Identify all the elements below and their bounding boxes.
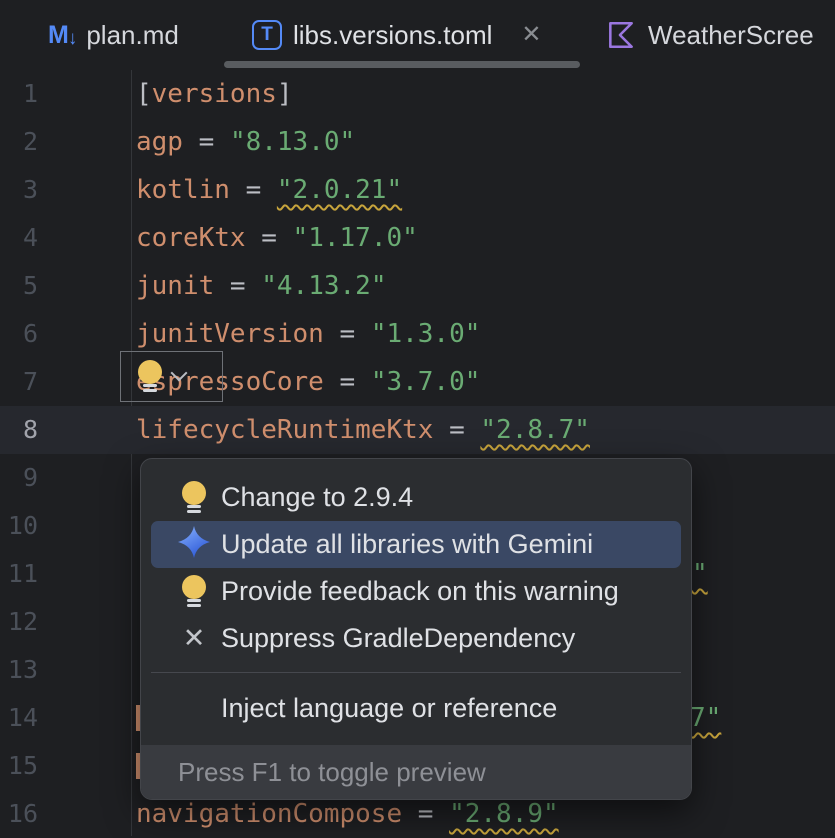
code-text: junitVersion = "1.3.0" — [38, 310, 480, 358]
code-text: [versions] — [38, 70, 293, 118]
code-text — [38, 502, 136, 550]
popup-item-inject-language-or-reference[interactable]: Inject language or reference — [151, 685, 681, 732]
line-number: 9 — [0, 454, 38, 502]
close-tab-icon[interactable]: ✕ — [521, 23, 541, 47]
popup-item-label: Provide feedback on this warning — [221, 576, 619, 607]
code-text: kotlin = "2.0.21" — [38, 166, 402, 214]
popup-item-label: Update all libraries with Gemini — [221, 529, 593, 560]
code-text: coreKtx = "1.17.0" — [38, 214, 418, 262]
line-number: 7 — [0, 358, 38, 406]
line-number: 15 — [0, 742, 38, 790]
code-text — [38, 694, 136, 742]
line-number: 3 — [0, 166, 38, 214]
lightbulb-icon — [181, 575, 207, 609]
line-number: 6 — [0, 310, 38, 358]
popup-item-update-all-libraries-with-gemini[interactable]: Update all libraries with Gemini — [151, 521, 681, 568]
kotlin-icon — [605, 19, 637, 51]
popup-item-suppress-gradledependency[interactable]: ✕ Suppress GradleDependency — [151, 615, 681, 662]
popup-item-change-to-2-9-4[interactable]: Change to 2.9.4 — [151, 474, 681, 521]
lightbulb-icon — [137, 360, 163, 394]
tab-plan-md[interactable]: M↓ plan.md — [20, 0, 224, 70]
popup-item-icon — [177, 525, 211, 564]
intention-bulb-widget[interactable] — [120, 351, 223, 402]
code-line-8[interactable]: 8lifecycleRuntimeKtx = "2.8.7" — [0, 406, 835, 454]
code-line-2[interactable]: 2agp = "8.13.0" — [0, 118, 835, 166]
popup-footer-hint: Press F1 to toggle preview — [141, 745, 691, 799]
gemini-sparkle-icon — [177, 525, 211, 564]
line-number: 12 — [0, 598, 38, 646]
markdown-icon: M↓ — [48, 23, 77, 48]
popup-item-icon: ✕ — [177, 625, 211, 652]
popup-item-label: Change to 2.9.4 — [221, 482, 413, 513]
code-text: agp = "8.13.0" — [38, 118, 355, 166]
popup-item-label: Inject language or reference — [221, 693, 557, 724]
active-tab-underline — [224, 61, 580, 68]
editor-tab-bar: M↓ plan.md T libs.versions.toml ✕ Weathe… — [0, 0, 835, 70]
code-line-1[interactable]: 1[versions] — [0, 70, 835, 118]
code-text — [38, 454, 136, 502]
tab-label: WeatherScree — [648, 20, 814, 51]
line-number: 10 — [0, 502, 38, 550]
toml-icon: T — [252, 20, 282, 50]
line-number: 4 — [0, 214, 38, 262]
line-number: 14 — [0, 694, 38, 742]
suppress-icon: ✕ — [183, 625, 206, 652]
code-line-3[interactable]: 3kotlin = "2.0.21" — [0, 166, 835, 214]
popup-item-provide-feedback-on-this-warning[interactable]: Provide feedback on this warning — [151, 568, 681, 615]
line-number: 13 — [0, 646, 38, 694]
intention-popup: Change to 2.9.4 Update all libraries with… — [140, 458, 692, 800]
tab-libs-versions-toml[interactable]: T libs.versions.toml ✕ — [224, 0, 580, 70]
code-text: junit = "4.13.2" — [38, 262, 386, 310]
code-text — [38, 742, 136, 790]
line-number: 5 — [0, 262, 38, 310]
tab-label: libs.versions.toml — [293, 20, 492, 51]
code-text: espressoCore = "3.7.0" — [38, 358, 480, 406]
code-text — [38, 550, 136, 598]
code-line-4[interactable]: 4coreKtx = "1.17.0" — [0, 214, 835, 262]
code-text — [38, 646, 136, 694]
popup-item-label: Suppress GradleDependency — [221, 623, 575, 654]
code-fragment: " — [692, 550, 708, 598]
line-number: 16 — [0, 790, 38, 838]
popup-item-icon — [177, 575, 211, 609]
line-number: 1 — [0, 70, 38, 118]
code-line-5[interactable]: 5junit = "4.13.2" — [0, 262, 835, 310]
popup-divider — [151, 672, 681, 673]
lightbulb-icon — [181, 481, 207, 515]
tab-label: plan.md — [86, 20, 179, 51]
popup-item-icon — [177, 481, 211, 515]
line-number: 11 — [0, 550, 38, 598]
popup-item-list: Change to 2.9.4 Update all libraries with… — [141, 474, 691, 732]
code-text: lifecycleRuntimeKtx = "2.8.7" — [38, 406, 590, 454]
line-number: 2 — [0, 118, 38, 166]
code-text — [38, 598, 136, 646]
code-fragment: 7" — [690, 694, 721, 742]
line-number: 8 — [0, 406, 38, 454]
chevron-down-icon — [171, 364, 188, 381]
tab-weatherscreen[interactable]: WeatherScree — [605, 0, 835, 70]
